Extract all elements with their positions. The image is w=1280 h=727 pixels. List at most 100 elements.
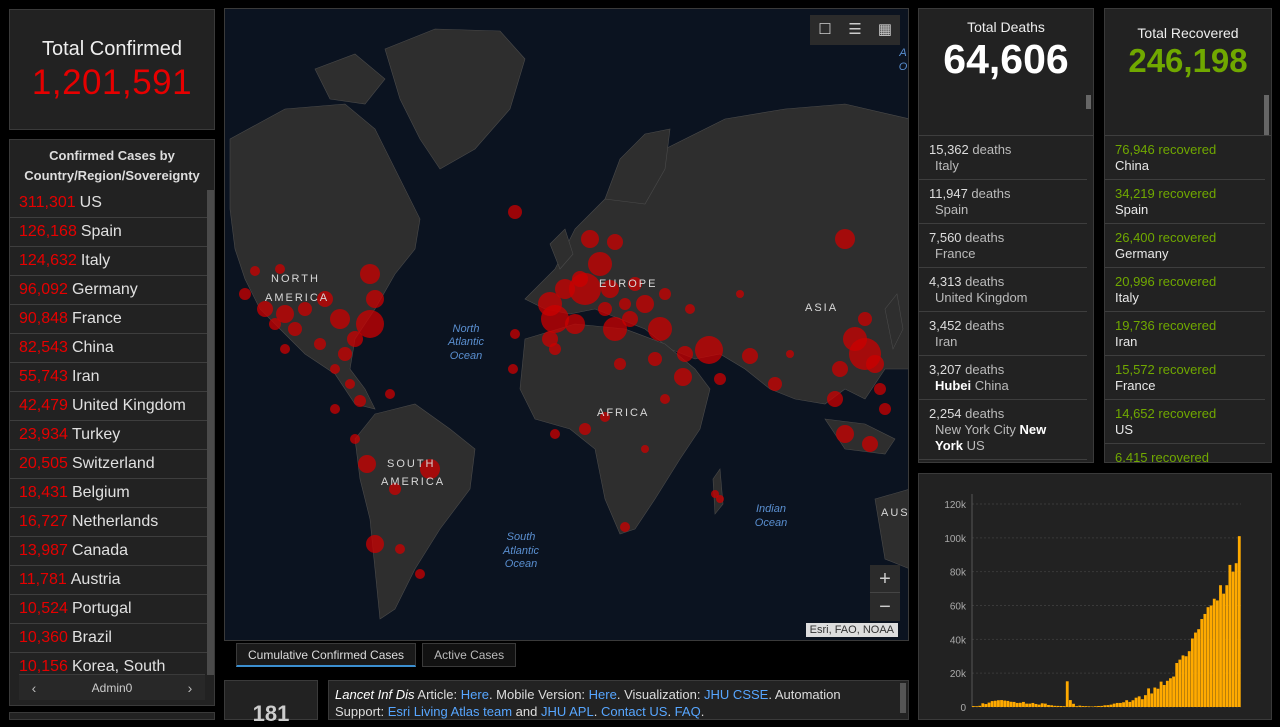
tab-active-cases[interactable]: Active Cases [422, 643, 517, 667]
deaths-row[interactable]: 15,362 deaths Italy [919, 136, 1087, 180]
country-row[interactable]: 10,524 Portugal [10, 595, 208, 624]
chart-bar[interactable] [1078, 705, 1082, 707]
chart-bar[interactable] [1068, 700, 1072, 707]
country-row[interactable]: 311,301 US [10, 189, 208, 218]
chart-bar[interactable] [975, 706, 978, 707]
chart-bar[interactable] [1000, 700, 1003, 707]
chart-bar[interactable] [1228, 564, 1232, 707]
info-faq-link[interactable]: FAQ [675, 704, 701, 719]
chart-bar[interactable] [1162, 685, 1166, 707]
chart-bar[interactable] [1100, 705, 1104, 707]
recovered-row[interactable]: 26,400 recovered Germany [1105, 224, 1265, 268]
case-bubble[interactable] [636, 295, 654, 313]
recovered-row[interactable]: 19,736 recovered Iran [1105, 312, 1265, 356]
tab-cumulative-confirmed[interactable]: Cumulative Confirmed Cases [236, 643, 417, 667]
chart-bar[interactable] [1006, 700, 1010, 707]
chart-bar[interactable] [1065, 681, 1069, 707]
country-row[interactable]: 11,781 Austria [10, 566, 208, 595]
chart-bar[interactable] [1184, 656, 1188, 707]
case-bubble[interactable] [858, 312, 872, 326]
chart-bar[interactable] [1097, 705, 1100, 707]
chart-bar[interactable] [1053, 705, 1057, 707]
chart-bar[interactable] [1137, 696, 1141, 707]
chart-bar[interactable] [1131, 700, 1135, 707]
case-bubble[interactable] [385, 389, 395, 399]
chart-bar[interactable] [1025, 703, 1029, 707]
deaths-row[interactable]: 7,560 deaths France [919, 224, 1087, 268]
deaths-list[interactable]: 15,362 deaths Italy 11,947 deaths Spain 7,56… [919, 136, 1093, 462]
case-bubble[interactable] [510, 329, 520, 339]
info-contact-link[interactable]: Contact US [601, 704, 667, 719]
deaths-row[interactable]: 3,452 deaths Iran [919, 312, 1087, 356]
chart-bar[interactable] [1172, 676, 1176, 707]
country-row[interactable]: 55,743 Iran [10, 363, 208, 392]
case-bubble[interactable] [549, 343, 561, 355]
chart-bar[interactable] [1219, 585, 1222, 707]
case-bubble[interactable] [620, 522, 630, 532]
info-jhu-csse-link[interactable]: JHU CSSE [704, 687, 768, 702]
chart-bar[interactable] [1106, 705, 1110, 707]
chart-bar[interactable] [1203, 613, 1207, 707]
pager-prev-icon[interactable]: ‹ [23, 675, 45, 701]
chart-bar[interactable] [1031, 702, 1035, 707]
chart-bar[interactable] [1181, 655, 1185, 707]
case-bubble[interactable] [598, 302, 612, 316]
case-bubble[interactable] [350, 434, 360, 444]
case-bubble[interactable] [714, 373, 726, 385]
chart-bar[interactable] [1043, 703, 1047, 707]
country-row[interactable]: 23,934 Turkey [10, 421, 208, 450]
chart-bar[interactable] [997, 700, 1000, 707]
recovered-row[interactable]: 15,572 recovered France [1105, 356, 1265, 400]
chart-bar[interactable] [1134, 697, 1138, 707]
zoom-in-button[interactable]: + [870, 565, 900, 593]
info-jhu-apl-link[interactable]: JHU APL [541, 704, 594, 719]
case-bubble[interactable] [569, 273, 601, 305]
chart-bar[interactable] [1206, 607, 1210, 707]
info-esri-link[interactable]: Esri Living Atlas team [388, 704, 512, 719]
chart-bar[interactable] [1200, 619, 1204, 707]
case-bubble[interactable] [832, 361, 848, 377]
chart-bar[interactable] [1125, 700, 1129, 707]
case-bubble[interactable] [338, 347, 352, 361]
case-bubble[interactable] [508, 364, 518, 374]
chart-bar[interactable] [1028, 703, 1032, 707]
chart-bar[interactable] [1178, 659, 1182, 707]
chart-bar[interactable] [987, 702, 991, 707]
chart-bar[interactable] [1169, 678, 1172, 707]
info-here-link-2[interactable]: Here [589, 687, 617, 702]
chart-bar[interactable] [1122, 702, 1125, 707]
country-row[interactable]: 82,543 China [10, 334, 208, 363]
chart-bar[interactable] [1009, 701, 1013, 707]
chart-bar[interactable] [1093, 706, 1097, 707]
chart-bar[interactable] [1190, 638, 1194, 707]
chart-bar[interactable] [984, 704, 988, 707]
case-bubble[interactable] [250, 266, 260, 276]
chart-bar[interactable] [1231, 571, 1235, 707]
chart-bar[interactable] [1156, 688, 1160, 707]
chart-bar[interactable] [1018, 702, 1022, 707]
case-bubble[interactable] [298, 302, 312, 316]
chart-bar[interactable] [1144, 695, 1147, 707]
recovered-row[interactable]: 6,415 recoveredSwitzerland [1105, 444, 1265, 462]
deaths-scrollbar[interactable] [1086, 95, 1091, 109]
chart-bar[interactable] [1215, 600, 1219, 707]
chart-bar[interactable] [1062, 706, 1066, 707]
country-row[interactable]: 20,505 Switzerland [10, 450, 208, 479]
list-icon[interactable]: ☰ [840, 15, 870, 45]
deaths-row[interactable]: 1,651 deathsNetherlands [919, 460, 1087, 462]
chart-bar[interactable] [1050, 705, 1054, 707]
chart-bar[interactable] [1147, 688, 1150, 707]
country-row[interactable]: 10,360 Brazil [10, 624, 208, 653]
chart-bar[interactable] [972, 706, 975, 707]
chart-bar[interactable] [1103, 705, 1107, 707]
chart-bar[interactable] [1056, 705, 1060, 707]
case-bubble[interactable] [581, 230, 599, 248]
chart-bar[interactable] [1194, 632, 1197, 707]
chart-bar[interactable] [1109, 704, 1113, 707]
case-bubble[interactable] [836, 425, 854, 443]
chart-bar[interactable] [1047, 704, 1050, 707]
case-bubble[interactable] [280, 344, 290, 354]
recovered-row[interactable]: 20,996 recovered Italy [1105, 268, 1265, 312]
case-bubble[interactable] [269, 318, 281, 330]
info-scrollbar[interactable] [900, 683, 906, 713]
